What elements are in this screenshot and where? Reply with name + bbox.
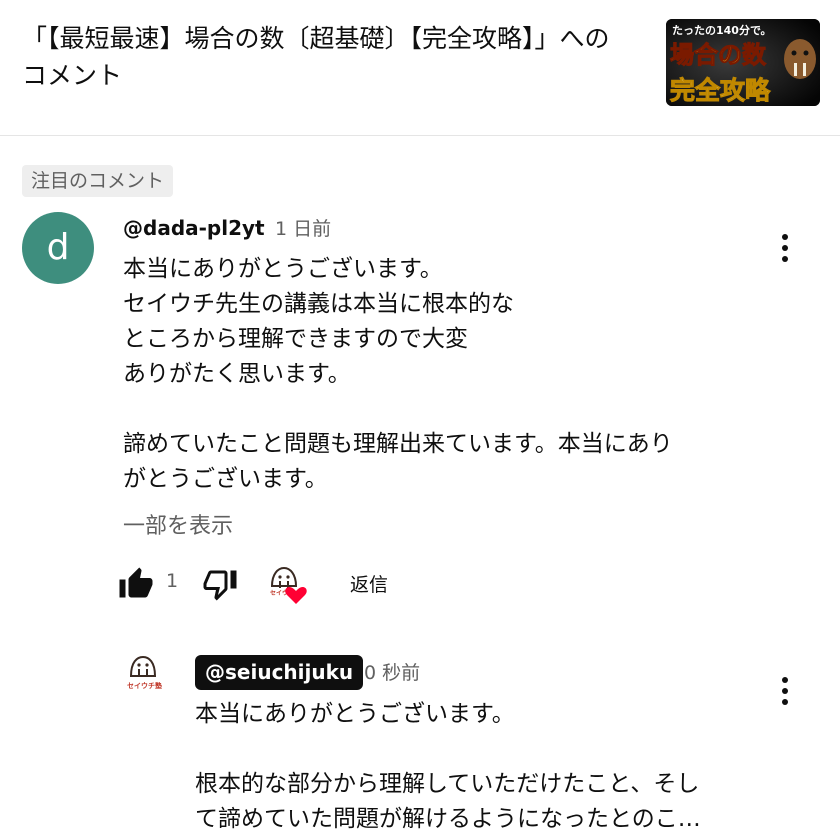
reply-button[interactable]: 返信 bbox=[350, 570, 388, 597]
pinned-comments-tag: 注目のコメント bbox=[22, 165, 174, 197]
creator-heart-icon: セイウチ bbox=[270, 566, 307, 604]
comment-line: 諦めていたこと問題も理解出来ています。本当にあり bbox=[123, 431, 673, 457]
comment-line: セイウチ先生の講義は本当に根本的な bbox=[123, 291, 514, 317]
comment-line: ありがたく思います。 bbox=[123, 361, 351, 387]
walrus-logo-icon: セイウチ塾 bbox=[127, 655, 162, 690]
channel-avatar[interactable]: セイウチ塾 bbox=[122, 652, 164, 694]
comment-timestamp[interactable]: 1 日前 bbox=[275, 218, 331, 240]
reply-line: て諦めていた問題が解けるようになったとのこ… bbox=[195, 806, 701, 832]
like-count: 1 bbox=[166, 570, 179, 592]
channel-logo-caption: セイウチ塾 bbox=[127, 681, 162, 690]
thumbs-down-icon bbox=[203, 570, 237, 601]
walrus-mascot bbox=[784, 39, 816, 79]
creator-heart-badge[interactable]: セイウチ bbox=[264, 562, 308, 606]
panel-title: 「【最短最速】場合の数〔超基礎〕【完全攻略】」へのコメント bbox=[22, 24, 610, 90]
comment-text: 本当にありがとうございます。 セイウチ先生の講義は本当に根本的な ところから理解… bbox=[123, 252, 743, 497]
reply-timestamp[interactable]: 0 秒前 bbox=[364, 658, 420, 688]
comment-line: 本当にありがとうございます。 bbox=[123, 256, 443, 282]
thumbs-up-icon bbox=[119, 567, 153, 598]
video-thumbnail[interactable]: たったの140分で。 場合の数 完全攻略 bbox=[666, 19, 820, 106]
reply-blank-line bbox=[195, 732, 765, 767]
channel-handle-badge[interactable]: @seiuchijuku bbox=[195, 655, 364, 690]
reply-text: 本当にありがとうございます。 根本的な部分から理解していただけたこと、そし て諦… bbox=[195, 697, 765, 837]
dislike-button[interactable] bbox=[202, 566, 238, 602]
reply-more-icon[interactable] bbox=[781, 677, 789, 707]
comment-line: ところから理解できますので大変 bbox=[123, 326, 468, 352]
thumbnail-art: たったの140分で。 場合の数 完全攻略 bbox=[666, 19, 820, 106]
comment-actions: 1 セイウチ 返信 bbox=[118, 562, 458, 606]
thumbnail-main-text: 場合の数 bbox=[670, 41, 767, 69]
reply-line: 本当にありがとうございます。 bbox=[195, 701, 515, 727]
reply-line: 根本的な部分から理解していただけたこと、そし bbox=[195, 771, 700, 797]
comment-header: @dada-pl2yt 1 日前 bbox=[123, 213, 331, 244]
show-more-link[interactable]: 一部を表示 bbox=[123, 510, 233, 544]
commenter-handle[interactable]: @dada-pl2yt bbox=[123, 216, 265, 240]
like-button[interactable] bbox=[118, 566, 154, 602]
commenter-avatar[interactable]: d bbox=[22, 212, 94, 284]
comment-line: がとうございます。 bbox=[123, 466, 328, 492]
panel-header: 「【最短最速】場合の数〔超基礎〕【完全攻略】」へのコメント たったの140分で。… bbox=[0, 0, 840, 136]
thumbnail-top-text: たったの140分で。 bbox=[672, 23, 772, 37]
comment-blank-line bbox=[123, 392, 743, 427]
thumbnail-bottom-text: 完全攻略 bbox=[670, 76, 771, 105]
comment-more-icon[interactable] bbox=[781, 234, 789, 264]
